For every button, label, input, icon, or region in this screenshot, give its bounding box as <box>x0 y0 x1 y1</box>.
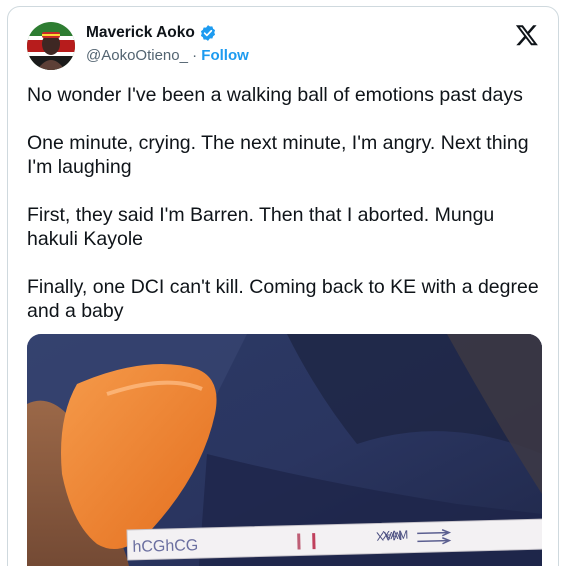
author-name-text[interactable]: Maverick Aoko <box>86 24 195 42</box>
author-name[interactable]: Maverick Aoko <box>86 24 217 42</box>
tweet-paragraph: First, they said I'm Barren. Then that I… <box>27 204 495 250</box>
follow-button[interactable]: Follow <box>201 47 249 64</box>
handle-row: @AokoOtieno_ · Follow <box>86 47 249 64</box>
tweet-card[interactable]: Maverick Aoko @AokoOtieno_ · Follow No w… <box>7 6 559 566</box>
tweet-paragraph: Finally, one DCI can't kill. Coming back… <box>27 276 539 322</box>
separator-dot: · <box>192 47 198 64</box>
tweet-media-photo[interactable]: hCGhCG MAX XAM <box>27 334 542 566</box>
avatar[interactable] <box>27 22 75 70</box>
tweet-text: No wonder I've been a walking ball of em… <box>27 83 547 347</box>
author-handle[interactable]: @AokoOtieno_ <box>86 47 188 64</box>
strip-max-flipped-text: XAM <box>382 528 408 543</box>
verified-badge-icon <box>199 24 217 42</box>
tweet-paragraph: No wonder I've been a walking ball of em… <box>27 84 523 106</box>
strip-brand-text: hCGhCG <box>132 537 198 556</box>
x-logo-icon[interactable] <box>515 23 539 47</box>
tweet-paragraph: One minute, crying. The next minute, I'm… <box>27 132 529 178</box>
